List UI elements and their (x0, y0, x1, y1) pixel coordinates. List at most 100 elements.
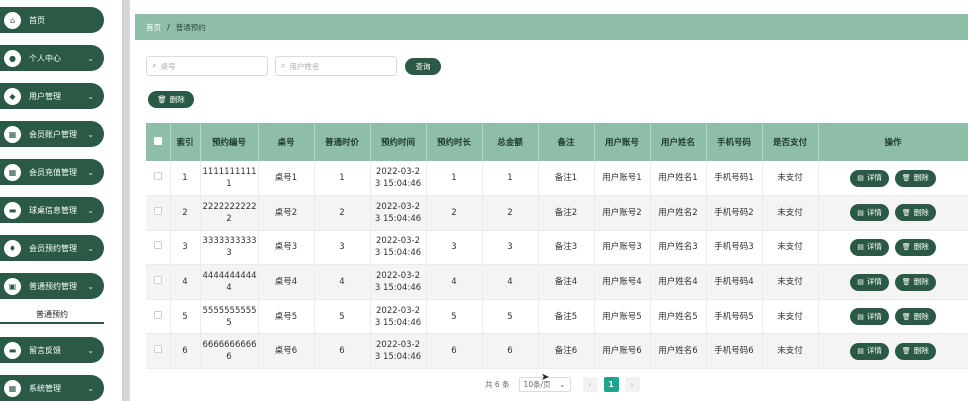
delete-button[interactable]: 🗑 删除 (894, 273, 936, 291)
row-checkbox[interactable] (153, 345, 162, 354)
sidebar-item-2[interactable]: ◆ 用户管理 ⌄ (0, 83, 104, 109)
cell-note: 备注6 (538, 333, 595, 370)
row-checkbox[interactable] (153, 172, 162, 181)
booking-time-line2: 3 15:04:46 (374, 213, 422, 224)
row-select-cell (146, 333, 171, 370)
sidebar-item-9[interactable]: ▦ 系统管理 ⌄ (0, 375, 104, 401)
column-header-2: 桌号 (258, 123, 315, 161)
cell-price: 3 (314, 230, 371, 266)
sidebar-item-label: 会员充值管理 (29, 167, 77, 177)
batch-delete-button[interactable]: 🗑 删除 (148, 91, 194, 108)
sidebar-item-3[interactable]: ▦ 会员账户管理 ⌄ (0, 121, 104, 147)
cell-duration: 4 (426, 264, 483, 300)
cell-paid: 未支付 (762, 195, 819, 231)
table-no-search-input[interactable]: ⌕ 桌号 (146, 56, 268, 76)
delete-button[interactable]: 🗑 删除 (894, 308, 936, 326)
trash-icon: 🗑 (901, 174, 911, 183)
row-checkbox[interactable] (153, 206, 162, 215)
cell-booking-time: 2022-03-2 3 15:04:46 (370, 230, 427, 266)
sidebar-scrollbar[interactable] (122, 0, 130, 401)
query-button[interactable]: 查询 (405, 58, 441, 75)
cell-phone: 手机号码4 (706, 264, 763, 300)
cell-phone: 手机号码5 (706, 299, 763, 335)
table-row: 3 3333333333 3 桌号3 3 2022-03-2 3 15:04:46 3 3 备注3… (146, 230, 968, 266)
detail-button[interactable]: ▤ 详情 (850, 342, 889, 360)
cell-price: 1 (314, 161, 371, 197)
sidebar-item-0[interactable]: ⌂ 首页 (0, 7, 104, 33)
select-all-cell (146, 123, 171, 161)
document-icon: ▤ (857, 174, 864, 183)
booking-no-line1: 2222222222 (202, 201, 257, 212)
table-icon: ▬ (4, 201, 21, 219)
prev-page-button[interactable]: ‹ (582, 376, 598, 392)
row-checkbox[interactable] (153, 310, 162, 319)
document-icon: ▤ (857, 208, 864, 217)
row-checkbox[interactable] (153, 276, 162, 285)
sidebar-subitem-normal-booking[interactable]: 普通预约 (0, 306, 104, 324)
cell-user-name: 用户姓名1 (650, 161, 707, 197)
trash-icon: 🗑 (901, 278, 911, 287)
document-icon: ▤ (857, 347, 864, 356)
cell-index: 3 (170, 230, 201, 266)
sidebar-item-6[interactable]: ♦ 会员预约管理 ⌄ (0, 235, 104, 261)
booking-time-line1: 2022-03-2 (376, 271, 420, 282)
breadcrumb-home[interactable]: 首页 (146, 22, 161, 33)
chevron-down-icon: ⌄ (87, 243, 94, 253)
cell-index: 4 (170, 264, 201, 300)
sidebar-item-8[interactable]: ▬ 留言反馈 ⌄ (0, 337, 104, 363)
cell-paid: 未支付 (762, 230, 819, 266)
row-select-cell (146, 299, 171, 335)
cell-total: 6 (482, 333, 539, 370)
booking-no-line2: 1 (226, 179, 232, 190)
cell-total: 3 (482, 230, 539, 266)
booking-no-line2: 6 (226, 352, 232, 363)
cell-actions: ▤ 详情 🗑 删除 (818, 161, 968, 197)
booking-no-line1: 6666666666 (202, 340, 257, 351)
cell-total: 5 (482, 299, 539, 335)
next-page-button[interactable]: › (624, 376, 640, 392)
delete-label: 删除 (913, 277, 929, 287)
cell-total: 1 (482, 161, 539, 197)
cell-phone: 手机号码6 (706, 333, 763, 370)
sidebar-item-7[interactable]: ▣ 普通预约管理 ⌄ (0, 273, 104, 299)
delete-button[interactable]: 🗑 删除 (894, 204, 936, 222)
delete-button[interactable]: 🗑 删除 (894, 169, 936, 187)
sidebar-item-5[interactable]: ▬ 球桌信息管理 ⌄ (0, 197, 104, 223)
chevron-down-icon: ⌄ (87, 167, 94, 177)
cell-actions: ▤ 详情 🗑 删除 (818, 195, 968, 231)
delete-button[interactable]: 🗑 删除 (894, 342, 936, 360)
cell-index: 5 (170, 299, 201, 335)
delete-button[interactable]: 🗑 删除 (894, 238, 936, 256)
detail-button[interactable]: ▤ 详情 (850, 169, 889, 187)
delete-label: 删除 (913, 311, 929, 321)
page-1-button[interactable]: 1 (603, 376, 619, 392)
booking-time-line1: 2022-03-2 (376, 167, 420, 178)
booking-time-line2: 3 15:04:46 (374, 352, 422, 363)
booking-no-line1: 5555555555 (202, 305, 257, 316)
user-name-search-input[interactable]: ⌕ 用户姓名 (275, 56, 397, 76)
cell-actions: ▤ 详情 🗑 删除 (818, 299, 968, 335)
sidebar-item-label: 会员账户管理 (29, 129, 77, 139)
chevron-down-icon: ⌄ (87, 53, 94, 63)
cell-booking-no: 1111111111 1 (200, 161, 259, 197)
cell-booking-time: 2022-03-2 3 15:04:46 (370, 333, 427, 370)
sidebar-item-4[interactable]: ▦ 会员充值管理 ⌄ (0, 159, 104, 185)
select-all-checkbox[interactable] (153, 136, 162, 145)
chevron-down-icon: ⌄ (87, 129, 94, 139)
cell-total: 2 (482, 195, 539, 231)
sidebar-item-1[interactable]: ● 个人中心 ⌄ (0, 45, 104, 71)
row-checkbox[interactable] (153, 241, 162, 250)
batch-delete-label: 删除 (169, 95, 185, 104)
column-header-6: 总金额 (482, 123, 539, 161)
delete-label: 删除 (913, 242, 929, 252)
detail-button[interactable]: ▤ 详情 (850, 308, 889, 326)
cell-actions: ▤ 详情 🗑 删除 (818, 264, 968, 300)
detail-button[interactable]: ▤ 详情 (850, 238, 889, 256)
cell-price: 4 (314, 264, 371, 300)
trash-icon: 🗑 (157, 95, 167, 104)
trash-icon: 🗑 (901, 312, 911, 321)
cell-phone: 手机号码3 (706, 230, 763, 266)
chevron-down-icon: ⌄ (87, 91, 94, 101)
detail-button[interactable]: ▤ 详情 (850, 204, 889, 222)
detail-button[interactable]: ▤ 详情 (850, 273, 889, 291)
